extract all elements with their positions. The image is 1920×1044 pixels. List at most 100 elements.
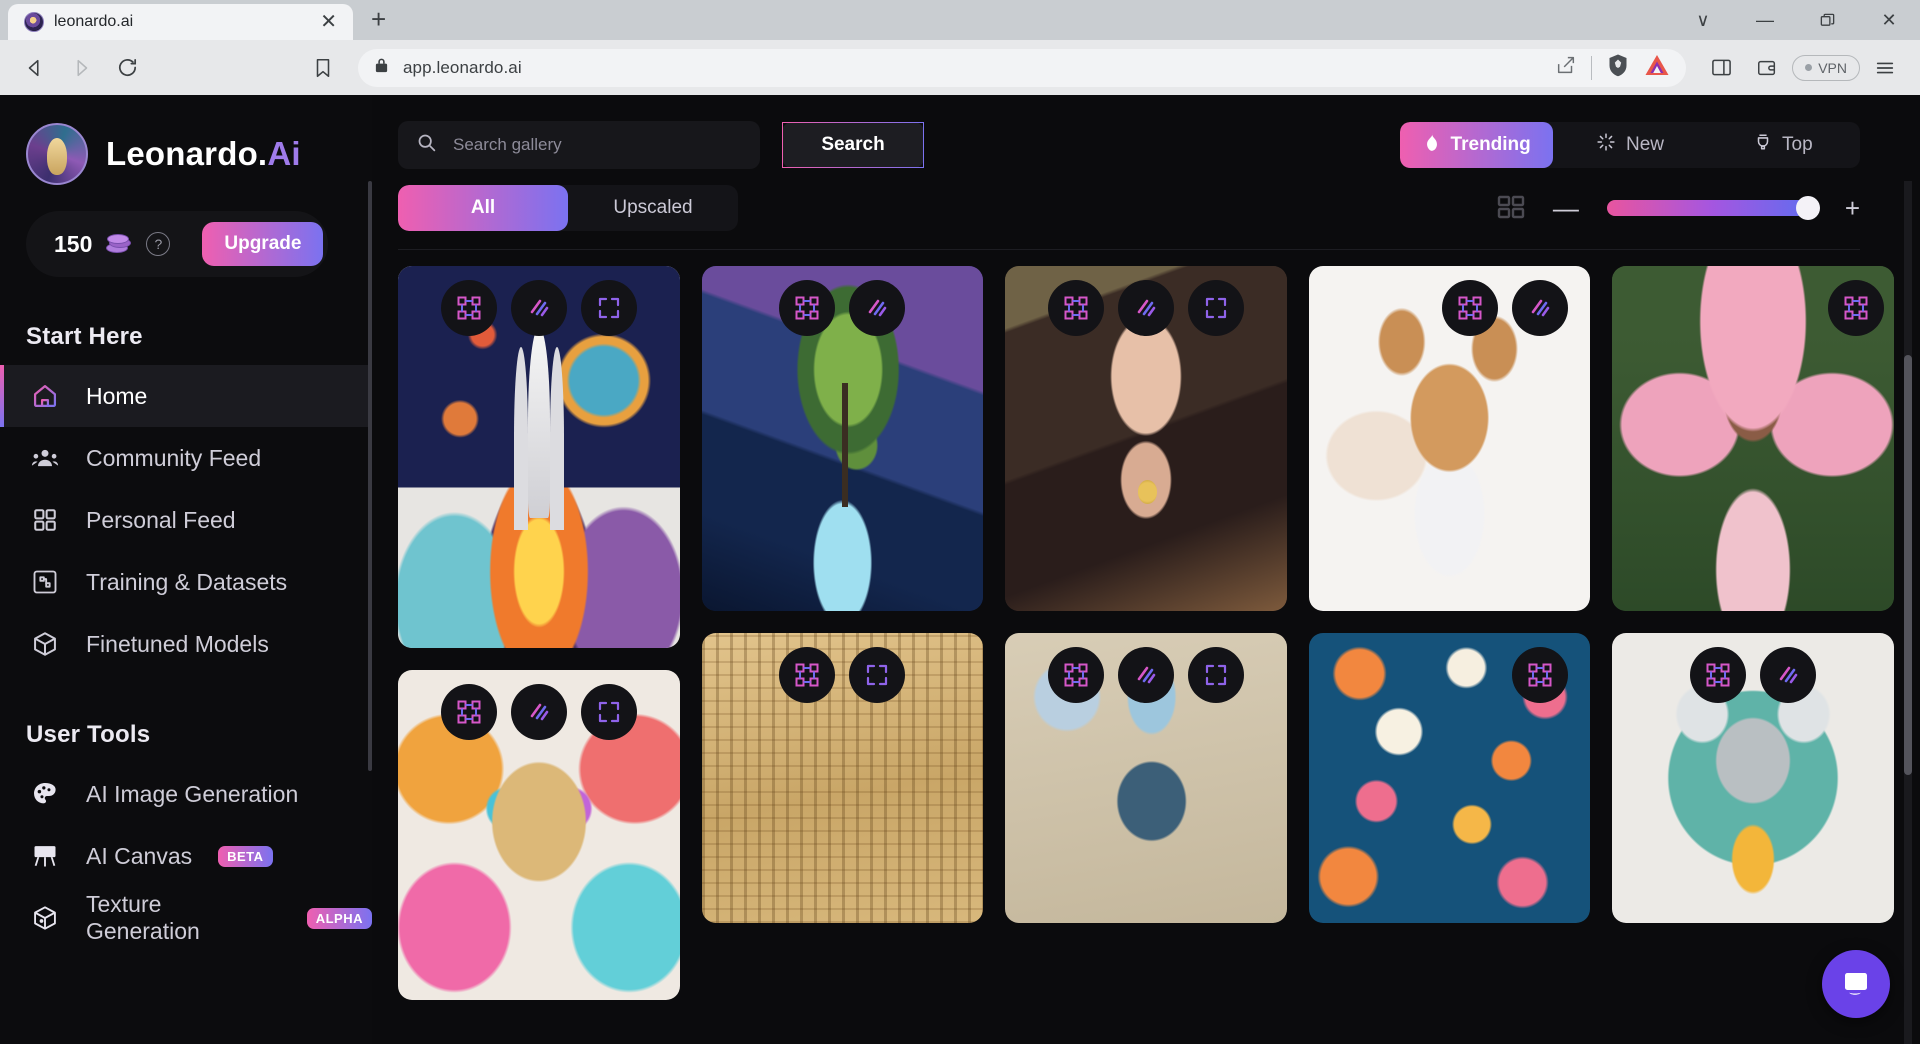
expand-arrows-icon[interactable] <box>1187 280 1244 336</box>
search-icon <box>416 132 437 158</box>
filter-upscaled[interactable]: Upscaled <box>568 185 738 231</box>
layout-grid-icon[interactable] <box>1497 195 1525 221</box>
lock-icon <box>374 57 389 79</box>
sidebar-item-home[interactable]: Home <box>0 365 372 427</box>
expand-arrows-icon[interactable] <box>580 280 637 336</box>
filter-group: All Upscaled <box>398 185 738 231</box>
gallery-card[interactable] <box>1308 633 1591 923</box>
back-arrow-icon[interactable] <box>14 47 56 89</box>
gallery-card[interactable] <box>398 670 680 1000</box>
tab-top[interactable]: Top <box>1707 122 1860 168</box>
gallery-column <box>398 266 680 1044</box>
sidebar-item-training-datasets[interactable]: Training & Datasets <box>0 551 372 613</box>
upscale-lines-icon[interactable] <box>510 684 567 740</box>
gallery-card[interactable] <box>701 266 984 611</box>
remix-grid-icon[interactable] <box>779 647 836 703</box>
browser-tab[interactable]: leonardo.ai ✕ <box>8 4 353 40</box>
new-tab-button[interactable]: + <box>357 4 400 40</box>
expand-arrows-icon[interactable] <box>849 647 906 703</box>
gallery-card[interactable] <box>1612 266 1894 611</box>
remix-grid-icon[interactable] <box>1512 647 1569 703</box>
filter-all[interactable]: All <box>398 185 568 231</box>
zoom-controls: — + <box>1497 195 1860 221</box>
expand-arrows-icon[interactable] <box>580 684 637 740</box>
gallery-toolbar: Search Trending <box>372 95 1920 250</box>
forward-arrow-icon <box>60 47 102 89</box>
upscale-lines-icon[interactable] <box>1117 647 1174 703</box>
community-people-icon <box>30 443 60 473</box>
vpn-button[interactable]: VPN <box>1792 54 1860 81</box>
remix-grid-icon[interactable] <box>1442 280 1499 336</box>
tab-trending[interactable]: Trending <box>1400 122 1554 168</box>
help-question-icon[interactable]: ? <box>146 232 171 256</box>
sidebar-item-ai-canvas[interactable]: AI Canvas BETA <box>0 825 372 887</box>
brand[interactable]: Leonardo.Ai <box>0 95 372 185</box>
url-text: app.leonardo.ai <box>403 57 522 77</box>
close-icon[interactable]: ✕ <box>314 10 343 34</box>
hamburger-menu-icon[interactable] <box>1864 47 1906 89</box>
upscale-lines-icon[interactable] <box>1760 647 1817 703</box>
gallery-image <box>701 266 984 611</box>
sidebar-item-label: Community Feed <box>86 444 262 471</box>
brave-lion-shield-icon[interactable] <box>1606 53 1630 83</box>
minimize-button[interactable]: — <box>1734 0 1796 40</box>
image-gallery <box>372 181 1920 1044</box>
remix-grid-icon[interactable] <box>1047 280 1104 336</box>
sidebar-panel-icon[interactable] <box>1700 47 1742 89</box>
gallery-card[interactable] <box>1612 633 1894 923</box>
gallery-card[interactable] <box>1005 266 1287 611</box>
remix-grid-icon[interactable] <box>440 684 497 740</box>
chevron-down-icon[interactable]: ∨ <box>1672 0 1734 40</box>
search-input[interactable] <box>453 135 742 155</box>
zoom-out-button[interactable]: — <box>1553 195 1579 221</box>
vpn-label: VPN <box>1818 59 1847 76</box>
toolbar-row-search: Search Trending <box>398 121 1860 169</box>
gallery-card[interactable] <box>1308 266 1591 611</box>
upscale-lines-icon[interactable] <box>1117 280 1174 336</box>
remix-grid-icon[interactable] <box>440 280 497 336</box>
zoom-in-button[interactable]: + <box>1845 195 1860 221</box>
intercom-chat-icon[interactable] <box>1822 950 1890 1018</box>
slider-knob[interactable] <box>1795 196 1820 220</box>
nav-user-tools: AI Image Generation AI Canvas BETA Textu… <box>0 763 372 949</box>
sidebar-item-community-feed[interactable]: Community Feed <box>0 427 372 489</box>
remix-grid-icon[interactable] <box>1047 647 1104 703</box>
search-box[interactable] <box>398 121 760 169</box>
toolbar-divider <box>1591 55 1593 80</box>
gallery-card[interactable] <box>398 266 680 648</box>
vpn-status-dot-icon <box>1805 64 1813 71</box>
sidebar-item-ai-image-generation[interactable]: AI Image Generation <box>0 763 372 825</box>
restore-button[interactable] <box>1796 0 1858 40</box>
brave-rewards-triangle-icon[interactable] <box>1644 53 1670 82</box>
tab-new[interactable]: New <box>1553 122 1706 168</box>
remix-grid-icon[interactable] <box>1690 647 1747 703</box>
gallery-card[interactable] <box>701 633 984 923</box>
gallery-card[interactable] <box>1005 633 1287 923</box>
bookmark-icon[interactable] <box>302 47 344 89</box>
close-window-button[interactable]: ✕ <box>1858 0 1920 40</box>
remix-grid-icon[interactable] <box>779 280 836 336</box>
page-scrollbar-thumb[interactable] <box>1904 355 1912 775</box>
reload-icon[interactable] <box>106 47 148 89</box>
sidebar-item-label: Home <box>86 382 148 409</box>
sidebar-item-personal-feed[interactable]: Personal Feed <box>0 489 372 551</box>
sidebar-item-finetuned-models[interactable]: Finetuned Models <box>0 613 372 675</box>
sparkle-icon <box>1596 132 1616 158</box>
easel-canvas-icon <box>30 841 60 871</box>
share-icon[interactable] <box>1555 54 1577 81</box>
upscale-lines-icon[interactable] <box>510 280 567 336</box>
sidebar-item-texture-generation[interactable]: Texture Generation ALPHA <box>0 887 372 949</box>
thumbnail-size-slider[interactable] <box>1606 196 1820 220</box>
browser-toolbar: app.leonardo.ai VPN <box>0 40 1920 95</box>
upscale-lines-icon[interactable] <box>849 280 906 336</box>
upgrade-button[interactable]: Upgrade <box>202 222 324 266</box>
search-button[interactable]: Search <box>782 122 924 168</box>
address-bar[interactable]: app.leonardo.ai <box>358 48 1687 87</box>
leonardo-app: Leonardo.Ai 150 ? Upgrade Start Here Hom… <box>0 95 1920 1044</box>
leonardo-favicon-icon <box>24 12 44 32</box>
expand-arrows-icon[interactable] <box>1187 647 1244 703</box>
brave-wallet-icon[interactable] <box>1746 47 1788 89</box>
window-controls: ∨ — ✕ <box>1672 0 1920 40</box>
remix-grid-icon[interactable] <box>1827 280 1884 336</box>
upscale-lines-icon[interactable] <box>1512 280 1569 336</box>
